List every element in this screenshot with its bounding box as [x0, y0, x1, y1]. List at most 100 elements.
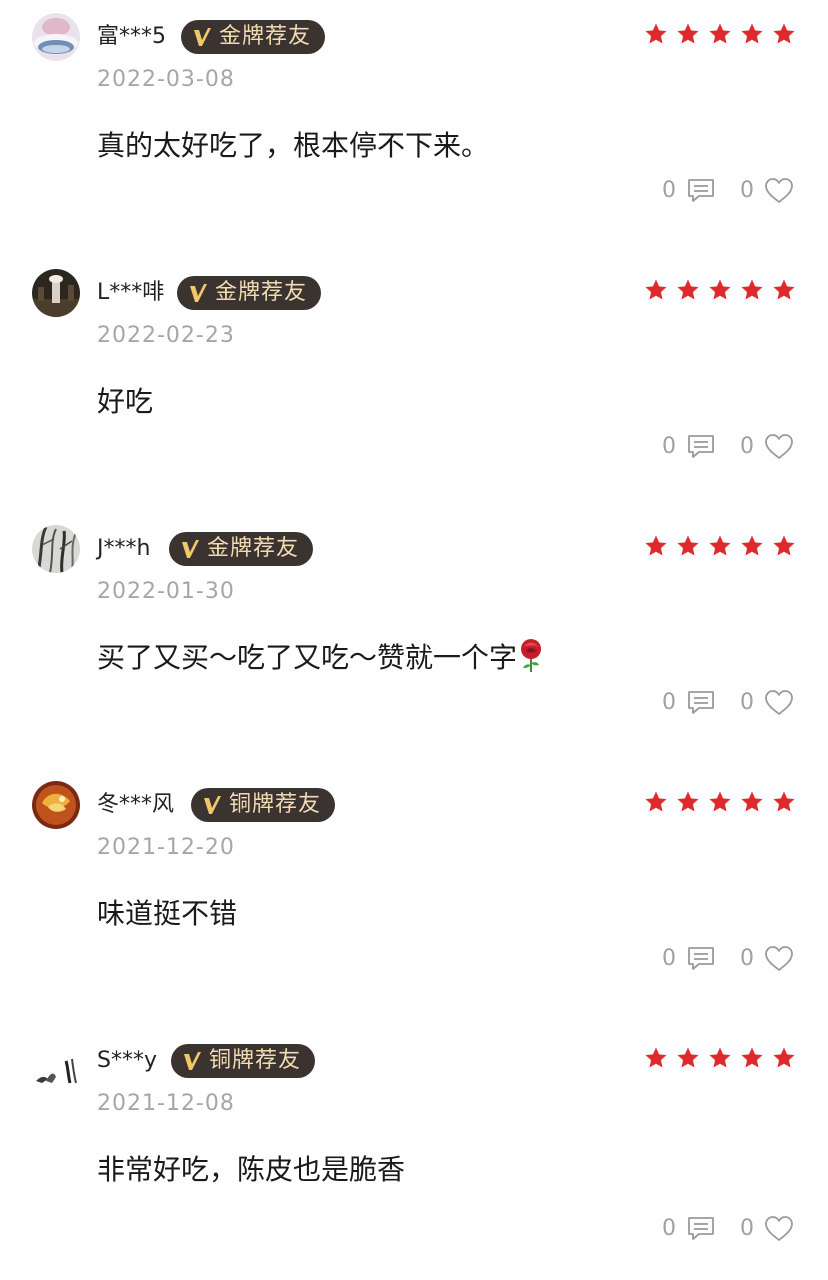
- star-icon: [676, 534, 700, 558]
- member-badge: 金牌荐友: [169, 532, 314, 566]
- comment-count: 0: [662, 1216, 676, 1241]
- like-button[interactable]: 0: [740, 176, 794, 206]
- review-content-row: 买了又买～吃了又吃～赞就一个字: [97, 638, 545, 678]
- member-badge: 铜牌荐友: [171, 1044, 316, 1078]
- star-icon: [740, 278, 764, 302]
- avatar[interactable]: [32, 13, 80, 61]
- comment-icon: [686, 176, 716, 206]
- review-item: J***h 金牌荐友 2022-01-30 买了又买～吃了又吃～赞就一个字 0 …: [0, 512, 828, 768]
- review-actions: 0 0: [662, 688, 794, 718]
- like-count: 0: [740, 1216, 754, 1241]
- star-icon: [676, 278, 700, 302]
- heart-icon: [764, 944, 794, 974]
- comment-button[interactable]: 0: [662, 944, 716, 974]
- like-button[interactable]: 0: [740, 1214, 794, 1244]
- username: 富***5: [97, 24, 166, 49]
- star-icon: [708, 790, 732, 814]
- review-actions: 0 0: [662, 1214, 794, 1244]
- star-icon: [708, 22, 732, 46]
- review-date: 2022-02-23: [97, 323, 235, 348]
- badge-label: 铜牌荐友: [209, 1048, 302, 1073]
- like-button[interactable]: 0: [740, 688, 794, 718]
- star-icon: [644, 278, 668, 302]
- avatar[interactable]: [32, 1037, 80, 1085]
- star-icon: [676, 1046, 700, 1070]
- comment-count: 0: [662, 946, 676, 971]
- comment-icon: [686, 432, 716, 462]
- like-count: 0: [740, 946, 754, 971]
- member-badge: 铜牌荐友: [191, 788, 336, 822]
- review-item: 冬***风 铜牌荐友 2021-12-20 味道挺不错 0 0: [0, 768, 828, 1024]
- like-button[interactable]: 0: [740, 432, 794, 462]
- heart-icon: [764, 176, 794, 206]
- member-badge: 金牌荐友: [177, 276, 322, 310]
- review-date: 2021-12-08: [97, 1091, 235, 1116]
- star-icon: [708, 534, 732, 558]
- star-rating: [644, 790, 796, 814]
- v-badge-icon: [191, 26, 213, 48]
- v-badge-icon: [201, 794, 223, 816]
- star-icon: [772, 534, 796, 558]
- review-content: 买了又买～吃了又吃～赞就一个字: [97, 641, 518, 674]
- review-date: 2022-03-08: [97, 67, 235, 92]
- review-content: 味道挺不错: [97, 897, 238, 930]
- comment-icon: [686, 1214, 716, 1244]
- star-icon: [772, 1046, 796, 1070]
- comment-icon: [686, 688, 716, 718]
- review-date: 2021-12-20: [97, 835, 235, 860]
- star-icon: [740, 22, 764, 46]
- star-icon: [772, 278, 796, 302]
- username: S***y: [97, 1048, 157, 1073]
- like-count: 0: [740, 690, 754, 715]
- username: L***啡: [97, 280, 165, 305]
- review-actions: 0 0: [662, 432, 794, 462]
- star-icon: [676, 22, 700, 46]
- avatar[interactable]: [32, 269, 80, 317]
- review-content: 好吃: [97, 385, 154, 418]
- heart-icon: [764, 688, 794, 718]
- star-icon: [644, 22, 668, 46]
- comment-button[interactable]: 0: [662, 176, 716, 206]
- member-badge: 金牌荐友: [181, 20, 326, 54]
- comment-count: 0: [662, 178, 676, 203]
- review-date: 2022-01-30: [97, 579, 235, 604]
- v-badge-icon: [179, 538, 201, 560]
- comment-button[interactable]: 0: [662, 432, 716, 462]
- avatar[interactable]: [32, 781, 80, 829]
- username: J***h: [97, 536, 151, 561]
- like-count: 0: [740, 178, 754, 203]
- comment-icon: [686, 944, 716, 974]
- star-icon: [676, 790, 700, 814]
- comment-count: 0: [662, 434, 676, 459]
- review-item: 富***5 金牌荐友 2022-03-08 真的太好吃了，根本停不下来。 0 0: [0, 0, 828, 256]
- review-item: S***y 铜牌荐友 2021-12-08 非常好吃，陈皮也是脆香 0 0: [0, 1024, 828, 1280]
- star-icon: [644, 1046, 668, 1070]
- star-rating: [644, 534, 796, 558]
- star-rating: [644, 278, 796, 302]
- rose-icon: [521, 639, 542, 672]
- star-icon: [740, 1046, 764, 1070]
- badge-label: 铜牌荐友: [229, 792, 322, 817]
- comment-count: 0: [662, 690, 676, 715]
- star-icon: [708, 278, 732, 302]
- star-icon: [772, 22, 796, 46]
- username: 冬***风: [97, 792, 175, 817]
- review-item: L***啡 金牌荐友 2022-02-23 好吃 0 0: [0, 256, 828, 512]
- heart-icon: [764, 1214, 794, 1244]
- star-rating: [644, 22, 796, 46]
- review-content: 非常好吃，陈皮也是脆香: [97, 1153, 406, 1186]
- like-button[interactable]: 0: [740, 944, 794, 974]
- star-icon: [740, 790, 764, 814]
- star-icon: [772, 790, 796, 814]
- star-icon: [644, 790, 668, 814]
- review-actions: 0 0: [662, 176, 794, 206]
- avatar[interactable]: [32, 525, 80, 573]
- star-icon: [644, 534, 668, 558]
- v-badge-icon: [187, 282, 209, 304]
- badge-label: 金牌荐友: [215, 280, 308, 305]
- comment-button[interactable]: 0: [662, 688, 716, 718]
- badge-label: 金牌荐友: [207, 536, 300, 561]
- review-content: 真的太好吃了，根本停不下来。: [97, 129, 490, 162]
- comment-button[interactable]: 0: [662, 1214, 716, 1244]
- star-icon: [708, 1046, 732, 1070]
